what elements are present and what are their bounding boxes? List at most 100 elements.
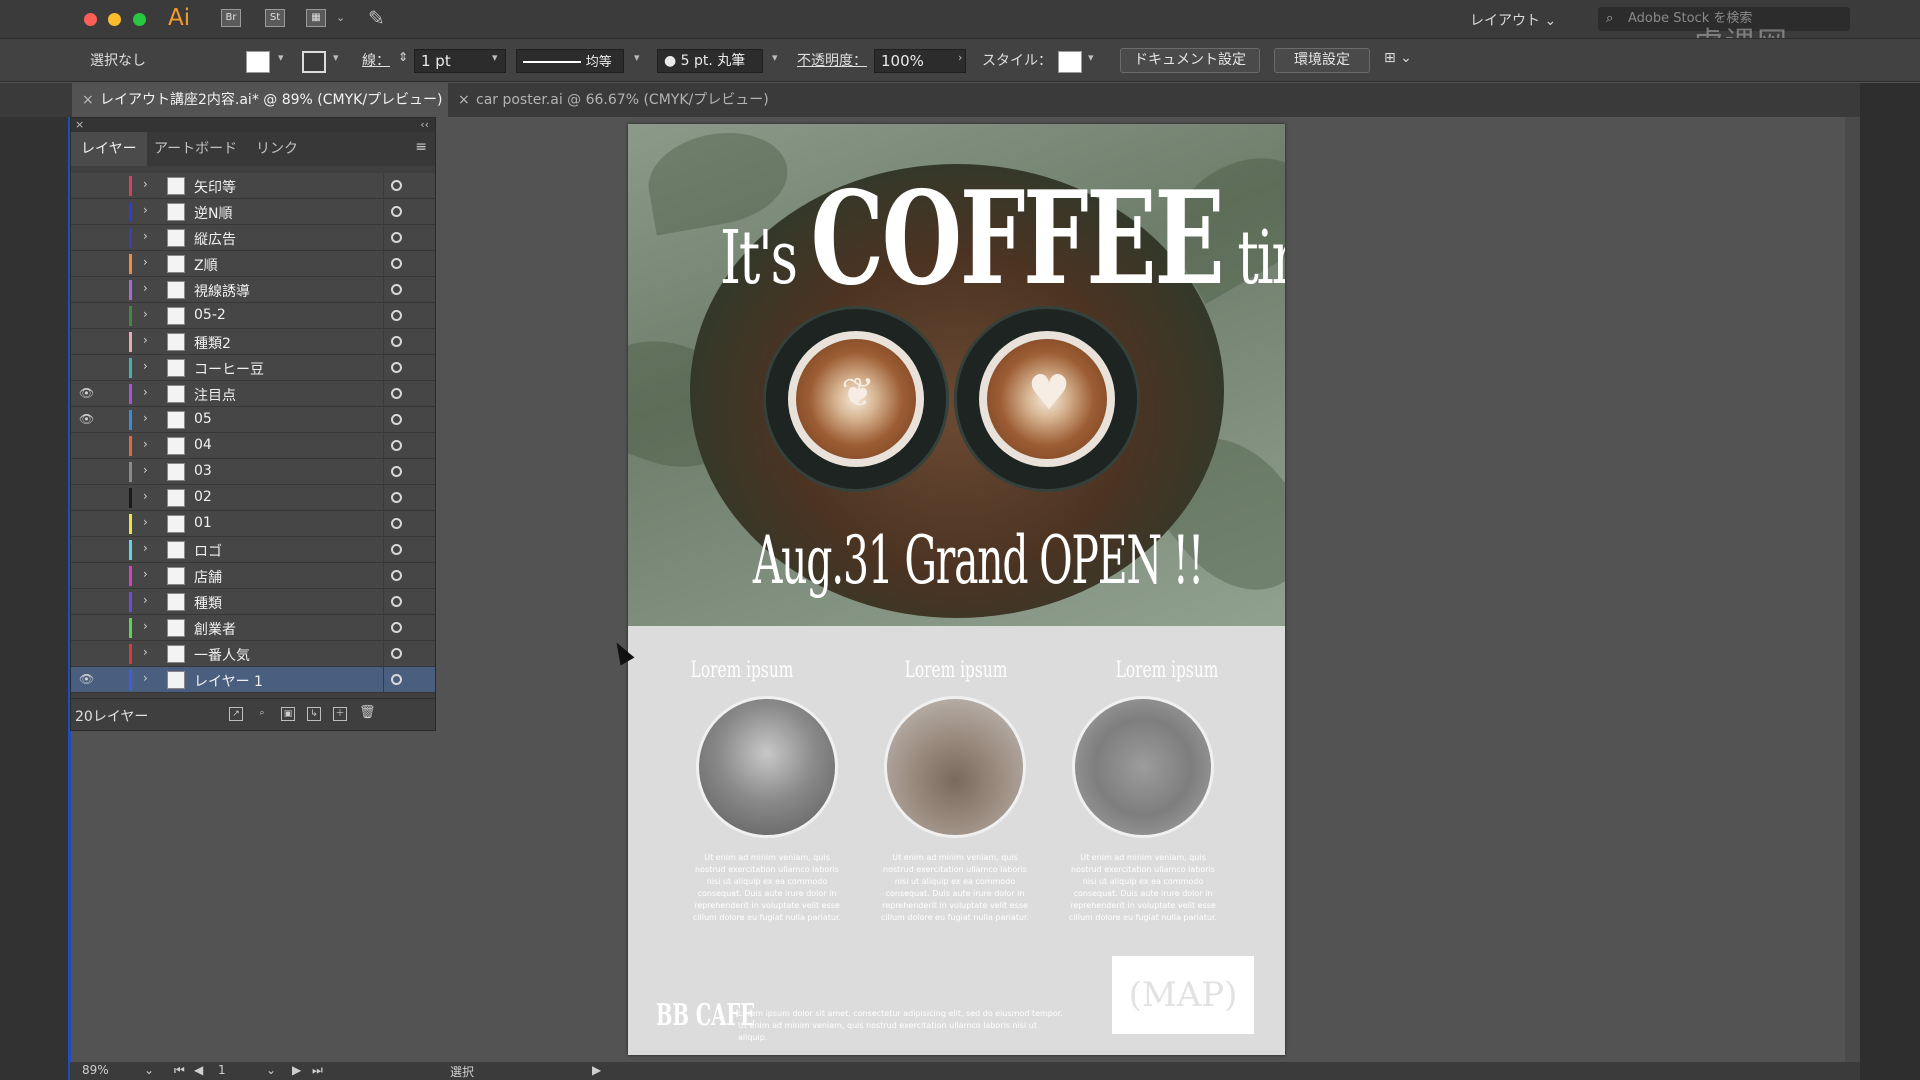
graphic-style-swatch[interactable] bbox=[1058, 51, 1082, 73]
layer-target-icon[interactable] bbox=[391, 232, 402, 243]
layer-name[interactable]: 種類2 bbox=[194, 333, 231, 353]
layer-name[interactable]: 店舗 bbox=[194, 567, 222, 587]
layer-row[interactable]: › 04 bbox=[71, 433, 435, 459]
expand-chevron-icon[interactable]: › bbox=[143, 515, 148, 529]
visibility-eye-icon[interactable] bbox=[79, 594, 93, 608]
layer-row[interactable]: 👁 › 05 bbox=[71, 407, 435, 433]
status-menu-icon[interactable]: ▶ bbox=[592, 1063, 601, 1077]
visibility-eye-icon[interactable] bbox=[79, 490, 93, 504]
clipping-mask-icon[interactable]: ▣ bbox=[281, 707, 295, 721]
layer-row[interactable]: › 一番人気 bbox=[71, 641, 435, 667]
layer-target-icon[interactable] bbox=[391, 206, 402, 217]
layer-target-icon[interactable] bbox=[391, 180, 402, 191]
layer-target-icon[interactable] bbox=[391, 544, 402, 555]
align-icon[interactable]: ⊞ ⌄ bbox=[1384, 50, 1412, 66]
visibility-eye-icon[interactable] bbox=[79, 620, 93, 634]
layer-target-icon[interactable] bbox=[391, 674, 402, 685]
layer-row[interactable]: › 創業者 bbox=[71, 615, 435, 641]
layer-target-icon[interactable] bbox=[391, 388, 402, 399]
layer-row[interactable]: › ロゴ bbox=[71, 537, 435, 563]
layer-row[interactable]: › コーヒー豆 bbox=[71, 355, 435, 381]
layer-name[interactable]: Z順 bbox=[194, 255, 218, 275]
new-layer-icon[interactable]: ＋ bbox=[333, 707, 347, 721]
visibility-eye-icon[interactable]: 👁 bbox=[79, 386, 94, 400]
layer-target-icon[interactable] bbox=[391, 310, 402, 321]
layer-target-icon[interactable] bbox=[391, 648, 402, 659]
layer-name[interactable]: ロゴ bbox=[194, 541, 222, 561]
layer-row[interactable]: › 視線誘導 bbox=[71, 277, 435, 303]
expand-chevron-icon[interactable]: › bbox=[143, 567, 148, 581]
layer-row[interactable]: 👁 › 注目点 bbox=[71, 381, 435, 407]
layer-row[interactable]: › 01 bbox=[71, 511, 435, 537]
layer-target-icon[interactable] bbox=[391, 362, 402, 373]
layer-name[interactable]: 逆N順 bbox=[194, 203, 232, 223]
layer-target-icon[interactable] bbox=[391, 492, 402, 503]
close-tab-icon[interactable]: × bbox=[82, 83, 100, 117]
trash-icon[interactable]: 🗑 bbox=[359, 706, 376, 721]
minimize-window-button[interactable] bbox=[108, 13, 121, 26]
layer-target-icon[interactable] bbox=[391, 440, 402, 451]
brush-definition[interactable]: ● 5 pt. 丸筆 bbox=[657, 49, 763, 73]
expand-chevron-icon[interactable]: › bbox=[143, 333, 148, 347]
vertical-scrollbar[interactable] bbox=[1845, 117, 1860, 1062]
layer-row[interactable]: › 05-2 bbox=[71, 303, 435, 329]
artboard-number[interactable]: 1 bbox=[218, 1063, 226, 1077]
chevron-right-icon[interactable]: › bbox=[958, 51, 962, 64]
expand-chevron-icon[interactable]: › bbox=[143, 385, 148, 399]
layer-row[interactable]: › 矢印等 bbox=[71, 173, 435, 199]
layer-target-icon[interactable] bbox=[391, 518, 402, 529]
prev-artboard-icon[interactable]: ◀ bbox=[194, 1063, 203, 1077]
expand-chevron-icon[interactable]: › bbox=[143, 619, 148, 633]
layer-target-icon[interactable] bbox=[391, 466, 402, 477]
document-tab-inactive[interactable]: × car poster.ai @ 66.67% (CMYK/プレビュー) bbox=[448, 83, 788, 117]
expand-chevron-icon[interactable]: › bbox=[143, 463, 148, 477]
expand-chevron-icon[interactable]: › bbox=[143, 307, 148, 321]
chevron-down-icon[interactable]: ⌄ bbox=[266, 1063, 276, 1077]
artboard[interactable]: ❦ ♥ It's COFFEE time !! Aug.31 Grand OPE… bbox=[628, 124, 1285, 1055]
expand-chevron-icon[interactable]: › bbox=[143, 281, 148, 295]
visibility-eye-icon[interactable] bbox=[79, 438, 93, 452]
variable-width-profile[interactable]: 均等 bbox=[516, 49, 624, 73]
chevron-down-icon[interactable]: ▾ bbox=[1088, 51, 1094, 64]
tab-artboards[interactable]: アートボード bbox=[144, 132, 247, 166]
next-artboard-icon[interactable]: ▶ bbox=[292, 1063, 301, 1077]
expand-chevron-icon[interactable]: › bbox=[143, 255, 148, 269]
zoom-window-button[interactable] bbox=[133, 13, 146, 26]
visibility-eye-icon[interactable] bbox=[79, 542, 93, 556]
layer-target-icon[interactable] bbox=[391, 596, 402, 607]
layer-target-icon[interactable] bbox=[391, 258, 402, 269]
panel-menu-icon[interactable]: ≡ bbox=[415, 139, 427, 155]
visibility-eye-icon[interactable] bbox=[79, 568, 93, 582]
layer-name[interactable]: 視線誘導 bbox=[194, 281, 250, 301]
layer-name[interactable]: 04 bbox=[194, 437, 212, 453]
layer-row[interactable]: › 逆N順 bbox=[71, 199, 435, 225]
layer-row[interactable]: › 種類 bbox=[71, 589, 435, 615]
stroke-stepper[interactable]: ⇕ bbox=[398, 50, 408, 64]
visibility-eye-icon[interactable] bbox=[79, 178, 93, 192]
document-setup-button[interactable]: ドキュメント設定 bbox=[1120, 48, 1260, 73]
layer-target-icon[interactable] bbox=[391, 414, 402, 425]
visibility-eye-icon[interactable] bbox=[79, 204, 93, 218]
close-panel-icon[interactable]: × bbox=[75, 118, 84, 131]
locate-object-icon[interactable]: ⌕ bbox=[255, 707, 269, 721]
layer-name[interactable]: 矢印等 bbox=[194, 177, 236, 197]
chevron-down-icon[interactable]: ▾ bbox=[492, 51, 498, 64]
layer-row[interactable]: 👁 › レイヤー 1 bbox=[71, 667, 435, 693]
gpu-performance-icon[interactable]: ✎ bbox=[368, 6, 385, 30]
close-tab-icon[interactable]: × bbox=[458, 83, 476, 117]
layer-row[interactable]: › 縦広告 bbox=[71, 225, 435, 251]
visibility-eye-icon[interactable] bbox=[79, 334, 93, 348]
visibility-eye-icon[interactable] bbox=[79, 516, 93, 530]
layer-name[interactable]: 縦広告 bbox=[194, 229, 236, 249]
export-icon[interactable]: ↗ bbox=[229, 707, 243, 721]
layer-name[interactable]: 01 bbox=[194, 515, 212, 531]
layer-name[interactable]: 02 bbox=[194, 489, 212, 505]
layer-name[interactable]: 03 bbox=[194, 463, 212, 479]
layer-name[interactable]: 一番人気 bbox=[194, 645, 250, 665]
visibility-eye-icon[interactable] bbox=[79, 230, 93, 244]
expand-chevron-icon[interactable]: › bbox=[143, 437, 148, 451]
bridge-button[interactable]: Br bbox=[221, 9, 241, 27]
first-artboard-icon[interactable]: ⏮ bbox=[174, 1063, 185, 1078]
expand-chevron-icon[interactable]: › bbox=[143, 411, 148, 425]
layer-name[interactable]: 創業者 bbox=[194, 619, 236, 639]
